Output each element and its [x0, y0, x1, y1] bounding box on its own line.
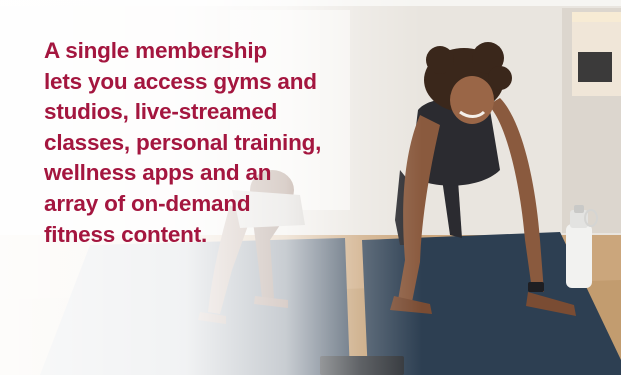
headline-line-7: fitness content. [44, 221, 208, 247]
headline-line-3: studios, live-streamed [44, 99, 278, 125]
headline-line-2: lets you access gyms and [44, 68, 317, 94]
headline-line-4: classes, personal training, [44, 129, 322, 155]
headline-line-1: A single membership [44, 38, 267, 63]
headline: A single membership lets you access gyms… [44, 36, 374, 250]
headline-line-6: array of on-demand [44, 190, 251, 216]
headline-line-5: wellness apps and an [44, 160, 272, 186]
hero-banner: A single membership lets you access gyms… [0, 0, 621, 375]
